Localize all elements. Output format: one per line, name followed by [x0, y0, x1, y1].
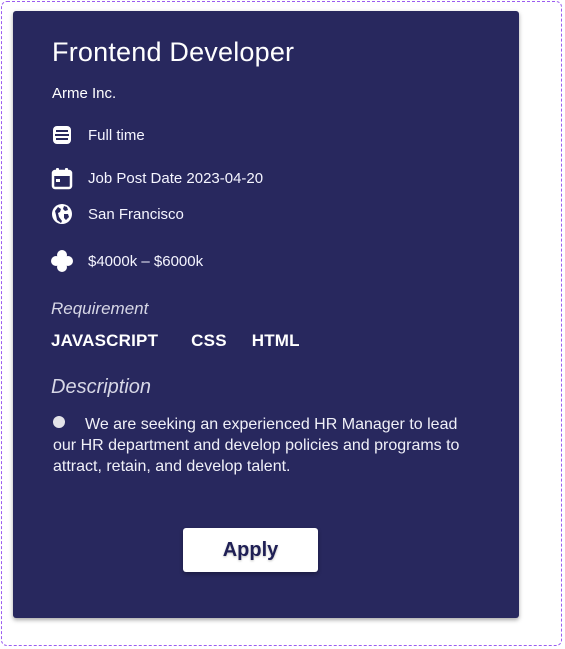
- description-text: We are seeking an experienced HR Manager…: [53, 416, 460, 475]
- location: San Francisco: [88, 205, 184, 223]
- salary: $4000k – $6000k: [88, 252, 204, 270]
- location-row: San Francisco: [50, 202, 184, 226]
- skill-tag: HTML: [251, 331, 300, 350]
- job-title: Frontend Developer: [52, 37, 295, 67]
- globe-icon: [50, 202, 74, 226]
- flower-icon: [50, 249, 74, 273]
- skill-list: JAVASCRIPT CSS HTML: [51, 331, 325, 351]
- stack-icon: [50, 123, 74, 147]
- skill-tag: CSS: [191, 331, 227, 350]
- salary-row: $4000k – $6000k: [50, 249, 203, 273]
- bullet-icon: [53, 416, 65, 428]
- employment-type-row: Full time: [50, 123, 145, 147]
- skill-tag: JAVASCRIPT: [51, 331, 159, 350]
- description-item: We are seeking an experienced HR Manager…: [53, 414, 473, 477]
- apply-button[interactable]: Apply: [183, 528, 318, 572]
- job-card: Frontend Developer Arme Inc. Full time J…: [13, 11, 519, 618]
- post-date: Job Post Date 2023-04-20: [88, 169, 264, 187]
- post-date-row: Job Post Date 2023-04-20: [50, 166, 263, 190]
- description-heading: Description: [51, 376, 152, 398]
- requirement-heading: Requirement: [51, 299, 149, 318]
- calendar-icon: [50, 166, 74, 190]
- company-name: Arme Inc.: [52, 85, 117, 102]
- employment-type: Full time: [88, 126, 145, 144]
